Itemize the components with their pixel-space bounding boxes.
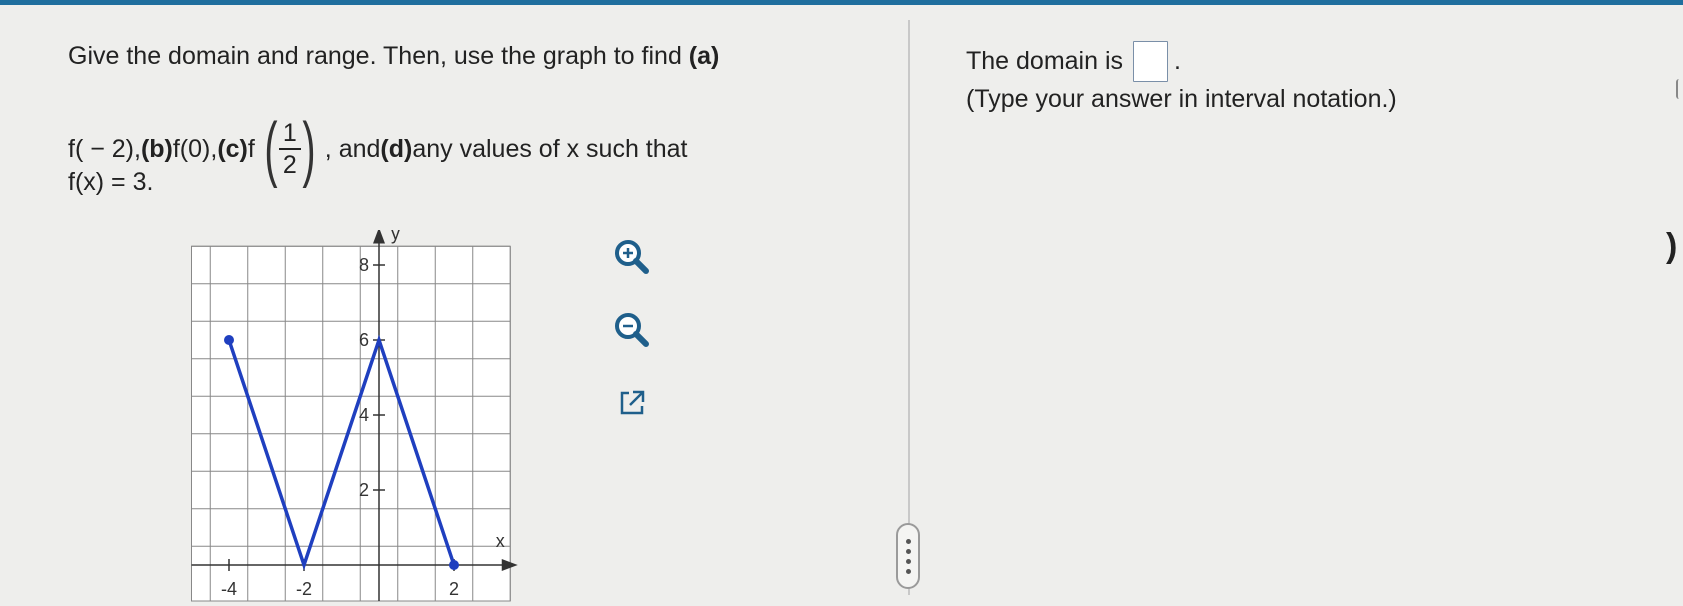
- zoom-out-icon: [615, 313, 649, 347]
- fraction-denominator: 2: [282, 151, 297, 179]
- domain-suffix: .: [1174, 47, 1181, 75]
- x-axis-label: x: [496, 531, 505, 551]
- pane-resize-handle[interactable]: [896, 523, 920, 589]
- function-graph: x y -4 -2 2 2 4 6 8: [191, 230, 518, 602]
- zoom-in-button[interactable]: [610, 235, 654, 279]
- external-link-icon: [620, 390, 645, 415]
- question-text-segment: any values of x such that: [412, 135, 688, 163]
- edge-marker: [1676, 79, 1679, 99]
- zoom-out-button[interactable]: [610, 308, 654, 352]
- y-tick-label: 4: [359, 405, 369, 425]
- part-c-label: (c): [217, 135, 248, 163]
- x-tick-label: 2: [449, 579, 459, 599]
- answer-hint: (Type your answer in interval notation.): [966, 85, 1397, 113]
- y-tick-label: 8: [359, 255, 369, 275]
- pane-divider: [908, 20, 910, 595]
- fraction-numerator: 1: [282, 119, 297, 147]
- question-text-segment: Give the domain and range. Then, use the…: [68, 42, 689, 70]
- domain-prompt: The domain is .: [966, 41, 1181, 82]
- domain-label: The domain is: [966, 47, 1124, 75]
- part-b-label: (b): [140, 135, 173, 163]
- edge-bracket-icon: ): [1666, 227, 1678, 265]
- endpoint-dot: [224, 335, 234, 345]
- domain-answer-input[interactable]: [1133, 41, 1169, 82]
- question-text-segment: f(0),: [172, 135, 218, 163]
- y-tick-label: 6: [359, 330, 369, 350]
- y-axis-label: y: [391, 230, 400, 244]
- question-line-2: f( − 2), (b) f(0), (c) f ( 1 2 ) , and (…: [68, 113, 688, 185]
- fraction: 1 2: [278, 118, 301, 180]
- page: Give the domain and range. Then, use the…: [0, 5, 1683, 602]
- zoom-in-icon: [615, 240, 649, 274]
- open-in-new-window-button[interactable]: [610, 381, 654, 425]
- y-axis-arrow: [373, 230, 385, 244]
- question-text-segment: , and: [324, 135, 381, 163]
- question-line-1: Give the domain and range. Then, use the…: [68, 39, 719, 73]
- answer-pane: The domain is . (Type your answer in int…: [966, 5, 1666, 601]
- question-pane: Give the domain and range. Then, use the…: [0, 5, 908, 602]
- question-text-segment: f: [247, 135, 255, 163]
- question-text-segment: f( − 2),: [68, 135, 141, 163]
- part-d-label: (d): [380, 135, 413, 163]
- endpoint-dot: [449, 560, 459, 570]
- fraction-expression: ( 1 2 ): [264, 109, 316, 189]
- x-tick-label: -4: [221, 579, 237, 599]
- x-tick-label: -2: [296, 579, 312, 599]
- question-line-3: f(x) = 3.: [68, 168, 154, 196]
- y-tick-label: 2: [359, 480, 369, 500]
- part-a-label: (a): [688, 42, 720, 70]
